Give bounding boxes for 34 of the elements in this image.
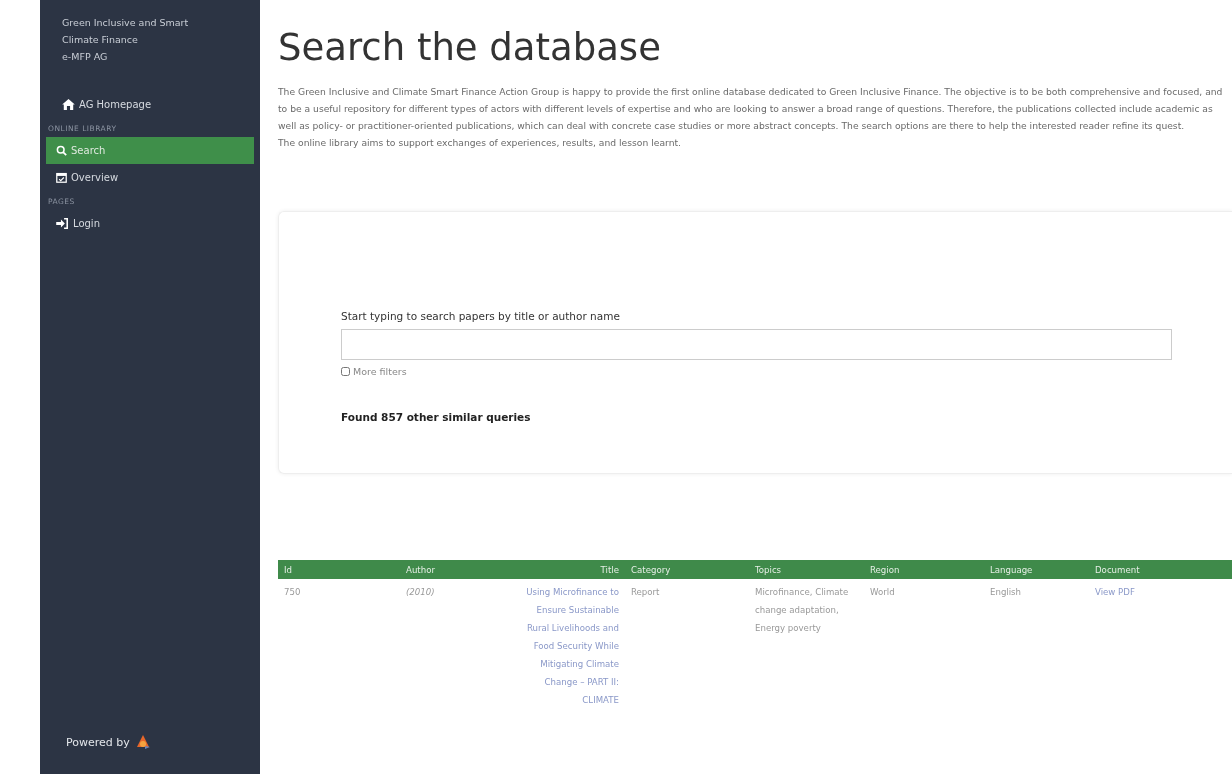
column-header: Title — [515, 560, 625, 579]
paragraph: The Green Inclusive and Climate Smart Finance Action Group is happy to provide the first online database dedicated to Green Inclusive Finance. The objective is to be both comprehensive and focused, and to be a useful repository for different types of actors with different levels of expertise and who are looking to answer a broad range of questions. Therefore, the publications collected include academic as well as policy- or practitioner-oriented publications, which can deal with concrete case studies or more abstract concepts. The search options are there to help the interested reader refine its quest. — [278, 85, 1224, 133]
sidebar-item[interactable]: Overview — [46, 164, 254, 191]
table-cell: World — [864, 579, 984, 713]
column-header: Id — [278, 560, 400, 579]
search-icon — [56, 145, 67, 156]
checkbox-label: More filters — [353, 366, 407, 377]
column-header: Document — [1089, 560, 1232, 579]
table-cell: (2010) — [400, 579, 515, 713]
logo-icon — [134, 734, 151, 750]
search-field[interactable] — [341, 329, 1172, 360]
sidebar-item[interactable]: AG Homepage — [46, 91, 254, 118]
footer-text: Powered by — [66, 735, 130, 749]
page-title: Search the database — [278, 26, 661, 69]
brand-text: e-MFP AG — [62, 50, 108, 64]
login-icon — [56, 218, 69, 229]
table-cell: Microfinance, Climate change adaptation, Energy poverty — [749, 579, 864, 713]
calendar-icon — [56, 172, 67, 183]
column-header: Language — [984, 560, 1089, 579]
column-header: Author — [400, 560, 515, 579]
table-cell: 750 — [278, 579, 400, 713]
column-header: Topics — [749, 560, 864, 579]
checkbox[interactable] — [341, 367, 350, 376]
home-icon — [62, 99, 75, 110]
brand-text: Green Inclusive and Smart — [62, 16, 189, 30]
result-count: Found 857 other similar queries — [341, 411, 531, 423]
paragraph: The online library aims to support exchanges of experiences, results, and lesson learnt. — [278, 136, 682, 150]
table-cell: Report — [625, 579, 749, 713]
column-header: Region — [864, 560, 984, 579]
field-label: Start typing to search papers by title or author name — [341, 310, 620, 322]
column-header: Category — [625, 560, 749, 579]
table-cell: English — [984, 579, 1089, 713]
brand-text: Climate Finance — [62, 33, 138, 47]
sidebar-item[interactable]: Login — [46, 210, 254, 237]
